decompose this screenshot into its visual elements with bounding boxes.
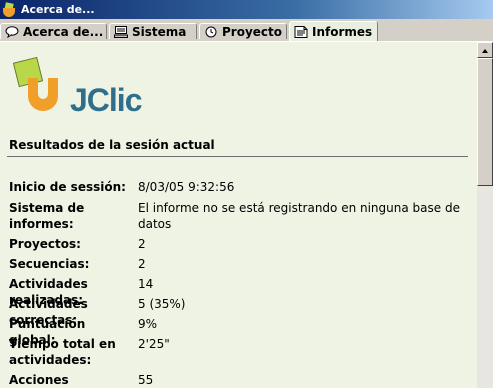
scroll-up-button[interactable] bbox=[477, 42, 493, 58]
tab-proyecto[interactable]: Proyecto bbox=[199, 23, 287, 39]
row-value: 2 bbox=[138, 237, 146, 251]
vertical-scrollbar[interactable] bbox=[477, 42, 493, 388]
speech-bubble-icon bbox=[5, 25, 19, 38]
report-icon bbox=[294, 25, 308, 38]
section-divider bbox=[7, 156, 468, 157]
jclic-logo: JClic bbox=[10, 56, 150, 120]
tab-acerca-de[interactable]: Acerca de... bbox=[0, 23, 107, 39]
clock-icon bbox=[204, 26, 218, 38]
window-title: Acerca de... bbox=[21, 3, 95, 16]
tab-label: Sistema bbox=[132, 24, 187, 39]
row-label: Inicio de sessión: bbox=[9, 180, 126, 194]
row-value: 9% bbox=[138, 317, 158, 331]
row-label: Sistema de informes: bbox=[9, 201, 85, 231]
row-label: Proyectos: bbox=[9, 237, 81, 251]
arrow-up-icon bbox=[482, 49, 488, 53]
tab-label: Proyecto bbox=[222, 24, 283, 39]
scrollbar-thumb[interactable] bbox=[477, 58, 493, 186]
row-label: Tiempo total en actividades: bbox=[9, 337, 116, 367]
computer-icon bbox=[114, 25, 128, 38]
row-value: 2'25" bbox=[138, 337, 170, 351]
tab-label: Acerca de... bbox=[23, 24, 104, 39]
tab-sistema[interactable]: Sistema bbox=[109, 23, 197, 39]
row-value: 55 bbox=[138, 373, 154, 387]
row-label: Acciones efectuadas: bbox=[9, 373, 69, 387]
tab-bar: Acerca de... Sistema Proyecto Informes bbox=[0, 19, 493, 41]
tab-informes[interactable]: Informes bbox=[289, 21, 378, 41]
row-value: 14 bbox=[138, 277, 154, 291]
title-bar: Acerca de... bbox=[0, 0, 493, 19]
row-value: El informe no se está registrando en nin… bbox=[138, 201, 460, 231]
row-value: 5 (35%) bbox=[138, 297, 186, 311]
row-label: Secuencias: bbox=[9, 257, 90, 271]
row-value: 2 bbox=[138, 257, 146, 271]
section-title: Resultados de la sesión actual bbox=[9, 138, 215, 152]
report-panel: JClic Resultados de la sesión actual Ini… bbox=[0, 42, 477, 388]
tab-label: Informes bbox=[312, 24, 373, 39]
jclic-app-icon bbox=[3, 1, 17, 17]
row-value: 8/03/05 9:32:56 bbox=[138, 180, 235, 194]
logo-text: JClic bbox=[70, 82, 142, 118]
